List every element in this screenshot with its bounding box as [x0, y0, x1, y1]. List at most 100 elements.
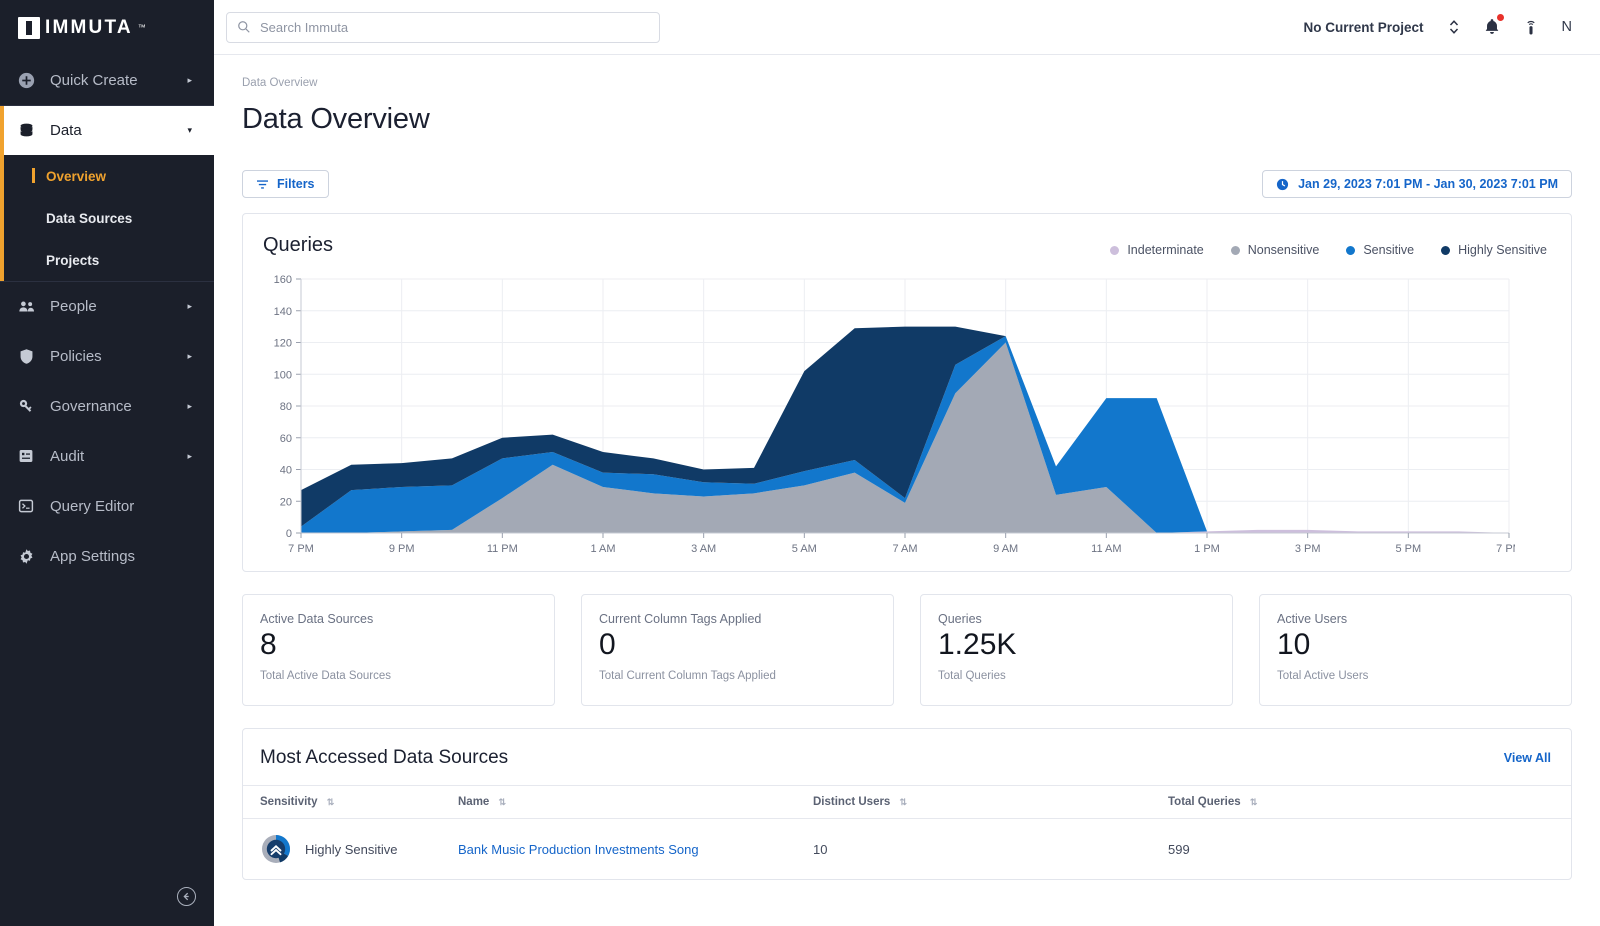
- svg-text:3 AM: 3 AM: [691, 543, 716, 555]
- legend-label: Indeterminate: [1127, 243, 1203, 257]
- logo-text: IMMUTA: [45, 17, 133, 39]
- data-source-link[interactable]: Bank Music Production Investments Song: [458, 842, 699, 857]
- svg-text:7 PM: 7 PM: [1496, 543, 1515, 555]
- sidebar-spacer: [0, 581, 214, 926]
- logo[interactable]: IMMUTA ™: [0, 0, 214, 55]
- notifications-button[interactable]: [1484, 18, 1500, 36]
- topbar: No Current Project: [214, 0, 1600, 55]
- legend-item-nonsensitive[interactable]: Nonsensitive: [1231, 243, 1320, 257]
- svg-text:5 PM: 5 PM: [1395, 543, 1421, 555]
- svg-text:11 AM: 11 AM: [1091, 543, 1121, 555]
- sidebar-item-query-editor[interactable]: Query Editor: [0, 481, 214, 531]
- column-label: Sensitivity: [260, 796, 318, 808]
- table-header: Most Accessed Data Sources View All: [243, 729, 1571, 785]
- legend-label: Highly Sensitive: [1458, 243, 1547, 257]
- most-accessed-data-sources-card: Most Accessed Data Sources View All Sens…: [242, 728, 1572, 880]
- stat-sublabel: Total Queries: [938, 670, 1215, 682]
- chevron-right-icon: ▸: [187, 75, 192, 86]
- sidebar-label: Policies: [50, 348, 187, 365]
- column-header-sensitivity[interactable]: Sensitivity ⇅: [243, 786, 458, 819]
- chart-header: Queries Indeterminate Nonsensitive Se: [263, 234, 1547, 257]
- stat-label: Active Users: [1277, 612, 1554, 626]
- broadcast-button[interactable]: [1524, 18, 1538, 36]
- filters-button[interactable]: Filters: [242, 170, 329, 198]
- sidebar-label: App Settings: [50, 548, 192, 565]
- project-selector-button[interactable]: [1448, 18, 1460, 36]
- sidebar-item-data-sources[interactable]: Data Sources: [4, 197, 214, 239]
- stat-sublabel: Total Active Users: [1277, 670, 1554, 682]
- svg-text:60: 60: [280, 433, 292, 445]
- sidebar-collapse-button[interactable]: [177, 887, 196, 906]
- column-header-total-queries[interactable]: Total Queries ⇅: [1168, 786, 1571, 819]
- stat-card-active-data-sources: Active Data Sources 8 Total Active Data …: [242, 594, 555, 706]
- chevron-right-icon: ▸: [187, 401, 192, 412]
- chevron-up-down-icon: [1448, 18, 1460, 36]
- cell-sensitivity: Highly Sensitive: [243, 819, 458, 880]
- main-area: No Current Project: [214, 0, 1600, 926]
- chart-plot-area: 0204060801001201401607 PM9 PM11 PM1 AM3 …: [263, 271, 1547, 561]
- column-header-name[interactable]: Name ⇅: [458, 786, 813, 819]
- legend-dot: [1110, 246, 1119, 255]
- sidebar-item-overview[interactable]: Overview: [4, 155, 214, 197]
- terminal-icon: [18, 498, 44, 514]
- broadcast-icon: [1524, 18, 1538, 36]
- sidebar-item-people[interactable]: People ▸: [0, 281, 214, 331]
- sidebar-label: People: [50, 298, 187, 315]
- svg-text:7 AM: 7 AM: [892, 543, 917, 555]
- search-input[interactable]: [260, 20, 649, 35]
- bell-icon: [1484, 18, 1500, 36]
- date-range-button[interactable]: Jan 29, 2023 7:01 PM - Jan 30, 2023 7:01…: [1262, 170, 1572, 198]
- sidebar-sublabel: Projects: [46, 253, 99, 268]
- queries-chart-card: Queries Indeterminate Nonsensitive Se: [242, 213, 1572, 572]
- stat-sublabel: Total Current Column Tags Applied: [599, 670, 876, 682]
- stat-label: Current Column Tags Applied: [599, 612, 876, 626]
- table-body: Highly Sensitive Bank Music Production I…: [243, 819, 1571, 880]
- sidebar-item-audit[interactable]: Audit ▸: [0, 431, 214, 481]
- svg-text:0: 0: [286, 528, 292, 540]
- trademark-symbol: ™: [138, 23, 146, 32]
- sidebar-label: Quick Create: [50, 72, 187, 89]
- sidebar-item-projects[interactable]: Projects: [4, 239, 214, 281]
- sidebar-item-app-settings[interactable]: App Settings: [0, 531, 214, 581]
- column-label: Total Queries: [1168, 796, 1241, 808]
- current-project-label[interactable]: No Current Project: [1303, 20, 1423, 35]
- toolbar: Filters Jan 29, 2023 7:01 PM - Jan 30, 2…: [242, 170, 1572, 198]
- breadcrumb[interactable]: Data Overview: [242, 55, 1572, 89]
- sidebar-item-policies[interactable]: Policies ▸: [0, 331, 214, 381]
- stat-card-active-users: Active Users 10 Total Active Users: [1259, 594, 1572, 706]
- legend-dot: [1346, 246, 1355, 255]
- column-header-distinct-users[interactable]: Distinct Users ⇅: [813, 786, 1168, 819]
- legend-item-highly-sensitive[interactable]: Highly Sensitive: [1441, 243, 1547, 257]
- legend-dot: [1231, 246, 1240, 255]
- avatar[interactable]: N: [1562, 19, 1572, 35]
- stat-label: Active Data Sources: [260, 612, 537, 626]
- people-icon: [18, 298, 44, 316]
- table-head-row: Sensitivity ⇅ Name ⇅ Distinct Users ⇅: [243, 786, 1571, 819]
- svg-text:120: 120: [274, 338, 292, 350]
- audit-icon: [18, 448, 44, 464]
- view-all-link[interactable]: View All: [1504, 751, 1551, 765]
- svg-text:1 PM: 1 PM: [1194, 543, 1220, 555]
- immuta-logo-icon: [18, 17, 40, 39]
- search-box[interactable]: [226, 12, 660, 43]
- sort-icon: ⇅: [1250, 797, 1257, 807]
- sidebar-item-data[interactable]: Data ▾: [0, 105, 214, 155]
- legend-item-indeterminate[interactable]: Indeterminate: [1110, 243, 1203, 257]
- legend-item-sensitive[interactable]: Sensitive: [1346, 243, 1414, 257]
- stats-row: Active Data Sources 8 Total Active Data …: [242, 594, 1572, 706]
- cell-total-queries: 599: [1168, 819, 1571, 880]
- table-title: Most Accessed Data Sources: [260, 747, 508, 769]
- clock-icon: [1276, 178, 1289, 191]
- sidebar-item-governance[interactable]: Governance ▸: [0, 381, 214, 431]
- table-row[interactable]: Highly Sensitive Bank Music Production I…: [243, 819, 1571, 880]
- topbar-right: No Current Project: [1303, 18, 1572, 36]
- svg-text:3 PM: 3 PM: [1295, 543, 1321, 555]
- svg-text:9 AM: 9 AM: [993, 543, 1018, 555]
- stat-value: 1.25K: [938, 628, 1215, 663]
- app-root: IMMUTA ™ Quick Create ▸ Data ▾ Overview: [0, 0, 1600, 926]
- legend-dot: [1441, 246, 1450, 255]
- page-title: Data Overview: [242, 103, 1572, 136]
- sort-icon: ⇅: [900, 797, 907, 807]
- sidebar-item-quick-create[interactable]: Quick Create ▸: [0, 55, 214, 105]
- data-sources-table: Sensitivity ⇅ Name ⇅ Distinct Users ⇅: [243, 785, 1571, 879]
